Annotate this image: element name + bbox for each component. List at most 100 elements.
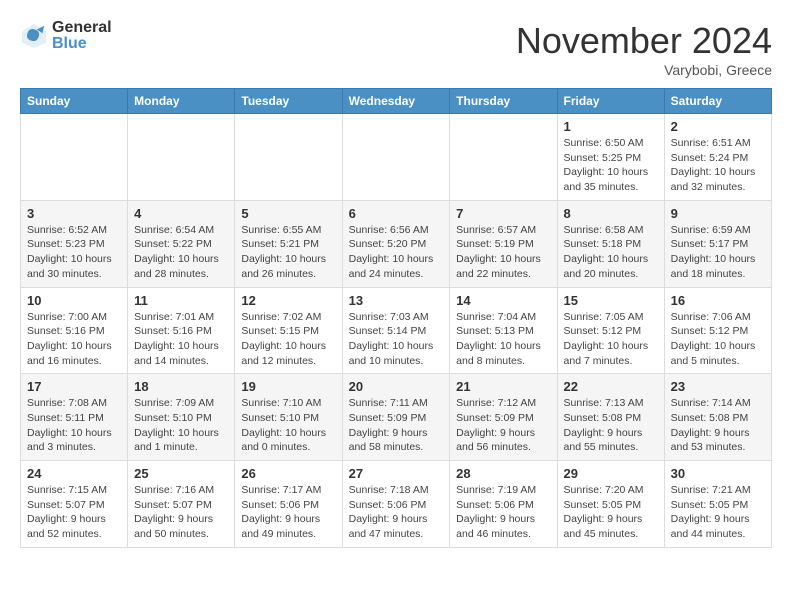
day-number: 12 — [241, 293, 335, 308]
calendar-cell: 30Sunrise: 7:21 AMSunset: 5:05 PMDayligh… — [664, 461, 771, 548]
day-info: Sunrise: 6:51 AMSunset: 5:24 PMDaylight:… — [671, 136, 765, 195]
day-number: 26 — [241, 466, 335, 481]
day-info: Sunrise: 6:59 AMSunset: 5:17 PMDaylight:… — [671, 223, 765, 282]
calendar-cell: 2 Sunrise: 6:51 AMSunset: 5:24 PMDaylight… — [664, 114, 771, 201]
calendar-cell: 28 Sunrise: 7:19 AMSunset: 5:06 PMDayligh… — [450, 461, 557, 548]
day-number: 7 — [456, 206, 550, 221]
day-number: 5 — [241, 206, 335, 221]
day-info: Sunrise: 7:01 AMSunset: 5:16 PMDaylight:… — [134, 310, 228, 369]
day-info: Sunrise: 7:19 AMSunset: 5:06 PMDaylight:… — [456, 483, 550, 542]
calendar-cell: 23 Sunrise: 7:14 AMSunset: 5:08 PMDayligh… — [664, 374, 771, 461]
day-number: 3 — [27, 206, 121, 221]
calendar-cell: 12 Sunrise: 7:02 AMSunset: 5:15 PMDayligh… — [235, 287, 342, 374]
calendar-cell: 13 Sunrise: 7:03 AMSunset: 5:14 PMDayligh… — [342, 287, 450, 374]
weekday-header: Saturday — [664, 89, 771, 114]
day-info: Sunrise: 6:54 AMSunset: 5:22 PMDaylight:… — [134, 223, 228, 282]
day-info: Sunrise: 7:09 AMSunset: 5:10 PMDaylight:… — [134, 396, 228, 455]
day-number: 24 — [27, 466, 121, 481]
day-info: Sunrise: 6:58 AMSunset: 5:18 PMDaylight:… — [564, 223, 658, 282]
calendar-week-row: 10Sunrise: 7:00 AMSunset: 5:16 PMDayligh… — [21, 287, 772, 374]
day-number: 14 — [456, 293, 550, 308]
day-number: 11 — [134, 293, 228, 308]
day-number: 23 — [671, 379, 765, 394]
day-info: Sunrise: 7:06 AMSunset: 5:12 PMDaylight:… — [671, 310, 765, 369]
calendar-cell: 7Sunrise: 6:57 AMSunset: 5:19 PMDaylight… — [450, 200, 557, 287]
month-title: November 2024 — [516, 20, 772, 62]
calendar-cell — [342, 114, 450, 201]
calendar-cell: 26 Sunrise: 7:17 AMSunset: 5:06 PMDayligh… — [235, 461, 342, 548]
calendar-week-row: 17 Sunrise: 7:08 AMSunset: 5:11 PMDayligh… — [21, 374, 772, 461]
day-number: 22 — [564, 379, 658, 394]
calendar-cell: 22 Sunrise: 7:13 AMSunset: 5:08 PMDayligh… — [557, 374, 664, 461]
day-number: 21 — [456, 379, 550, 394]
weekday-header: Sunday — [21, 89, 128, 114]
calendar-header-row: SundayMondayTuesdayWednesdayThursdayFrid… — [21, 89, 772, 114]
day-number: 20 — [349, 379, 444, 394]
weekday-header: Tuesday — [235, 89, 342, 114]
day-number: 28 — [456, 466, 550, 481]
calendar-cell: 5 Sunrise: 6:55 AMSunset: 5:21 PMDaylight… — [235, 200, 342, 287]
weekday-header: Wednesday — [342, 89, 450, 114]
day-info: Sunrise: 7:18 AMSunset: 5:06 PMDaylight:… — [349, 483, 444, 542]
location-subtitle: Varybobi, Greece — [516, 62, 772, 78]
weekday-header: Friday — [557, 89, 664, 114]
day-number: 25 — [134, 466, 228, 481]
calendar-cell — [128, 114, 235, 201]
day-info: Sunrise: 7:20 AMSunset: 5:05 PMDaylight:… — [564, 483, 658, 542]
calendar-week-row: 1 Sunrise: 6:50 AMSunset: 5:25 PMDaylight… — [21, 114, 772, 201]
day-info: Sunrise: 6:52 AMSunset: 5:23 PMDaylight:… — [27, 223, 121, 282]
day-info: Sunrise: 7:15 AMSunset: 5:07 PMDaylight:… — [27, 483, 121, 542]
logo-icon — [20, 22, 48, 50]
day-number: 2 — [671, 119, 765, 134]
calendar-cell: 16 Sunrise: 7:06 AMSunset: 5:12 PMDayligh… — [664, 287, 771, 374]
calendar-cell: 11 Sunrise: 7:01 AMSunset: 5:16 PMDayligh… — [128, 287, 235, 374]
day-number: 13 — [349, 293, 444, 308]
day-number: 16 — [671, 293, 765, 308]
logo-text: General Blue — [52, 20, 112, 52]
day-number: 17 — [27, 379, 121, 394]
calendar-cell: 14 Sunrise: 7:04 AMSunset: 5:13 PMDayligh… — [450, 287, 557, 374]
day-info: Sunrise: 7:02 AMSunset: 5:15 PMDaylight:… — [241, 310, 335, 369]
day-number: 8 — [564, 206, 658, 221]
day-info: Sunrise: 6:56 AMSunset: 5:20 PMDaylight:… — [349, 223, 444, 282]
logo: General Blue — [20, 20, 112, 52]
day-info: Sunrise: 6:50 AMSunset: 5:25 PMDaylight:… — [564, 136, 658, 195]
day-info: Sunrise: 7:14 AMSunset: 5:08 PMDaylight:… — [671, 396, 765, 455]
calendar-cell: 25Sunrise: 7:16 AMSunset: 5:07 PMDayligh… — [128, 461, 235, 548]
day-number: 1 — [564, 119, 658, 134]
calendar-week-row: 24 Sunrise: 7:15 AMSunset: 5:07 PMDayligh… — [21, 461, 772, 548]
day-info: Sunrise: 7:13 AMSunset: 5:08 PMDaylight:… — [564, 396, 658, 455]
day-number: 4 — [134, 206, 228, 221]
calendar-cell: 3 Sunrise: 6:52 AMSunset: 5:23 PMDaylight… — [21, 200, 128, 287]
calendar-table: SundayMondayTuesdayWednesdayThursdayFrid… — [20, 88, 772, 548]
day-number: 19 — [241, 379, 335, 394]
day-info: Sunrise: 6:55 AMSunset: 5:21 PMDaylight:… — [241, 223, 335, 282]
weekday-header: Thursday — [450, 89, 557, 114]
day-number: 29 — [564, 466, 658, 481]
day-info: Sunrise: 7:08 AMSunset: 5:11 PMDaylight:… — [27, 396, 121, 455]
day-info: Sunrise: 7:00 AMSunset: 5:16 PMDaylight:… — [27, 310, 121, 369]
weekday-header: Monday — [128, 89, 235, 114]
day-info: Sunrise: 7:05 AMSunset: 5:12 PMDaylight:… — [564, 310, 658, 369]
calendar-cell — [450, 114, 557, 201]
calendar-cell: 4 Sunrise: 6:54 AMSunset: 5:22 PMDaylight… — [128, 200, 235, 287]
calendar-cell — [21, 114, 128, 201]
calendar-cell: 29 Sunrise: 7:20 AMSunset: 5:05 PMDayligh… — [557, 461, 664, 548]
logo-general: General — [52, 20, 112, 36]
day-number: 27 — [349, 466, 444, 481]
day-info: Sunrise: 7:03 AMSunset: 5:14 PMDaylight:… — [349, 310, 444, 369]
calendar-cell: 27 Sunrise: 7:18 AMSunset: 5:06 PMDayligh… — [342, 461, 450, 548]
calendar-week-row: 3 Sunrise: 6:52 AMSunset: 5:23 PMDaylight… — [21, 200, 772, 287]
day-info: Sunrise: 7:17 AMSunset: 5:06 PMDaylight:… — [241, 483, 335, 542]
day-info: Sunrise: 7:21 AMSunset: 5:05 PMDaylight:… — [671, 483, 765, 542]
page-header: General Blue November 2024 Varybobi, Gre… — [20, 20, 772, 78]
calendar-cell: 18Sunrise: 7:09 AMSunset: 5:10 PMDayligh… — [128, 374, 235, 461]
day-info: Sunrise: 7:10 AMSunset: 5:10 PMDaylight:… — [241, 396, 335, 455]
day-info: Sunrise: 7:12 AMSunset: 5:09 PMDaylight:… — [456, 396, 550, 455]
calendar-cell: 9Sunrise: 6:59 AMSunset: 5:17 PMDaylight… — [664, 200, 771, 287]
calendar-cell: 19 Sunrise: 7:10 AMSunset: 5:10 PMDayligh… — [235, 374, 342, 461]
day-info: Sunrise: 7:04 AMSunset: 5:13 PMDaylight:… — [456, 310, 550, 369]
calendar-cell: 15Sunrise: 7:05 AMSunset: 5:12 PMDayligh… — [557, 287, 664, 374]
day-info: Sunrise: 7:11 AMSunset: 5:09 PMDaylight:… — [349, 396, 444, 455]
calendar-cell: 24 Sunrise: 7:15 AMSunset: 5:07 PMDayligh… — [21, 461, 128, 548]
